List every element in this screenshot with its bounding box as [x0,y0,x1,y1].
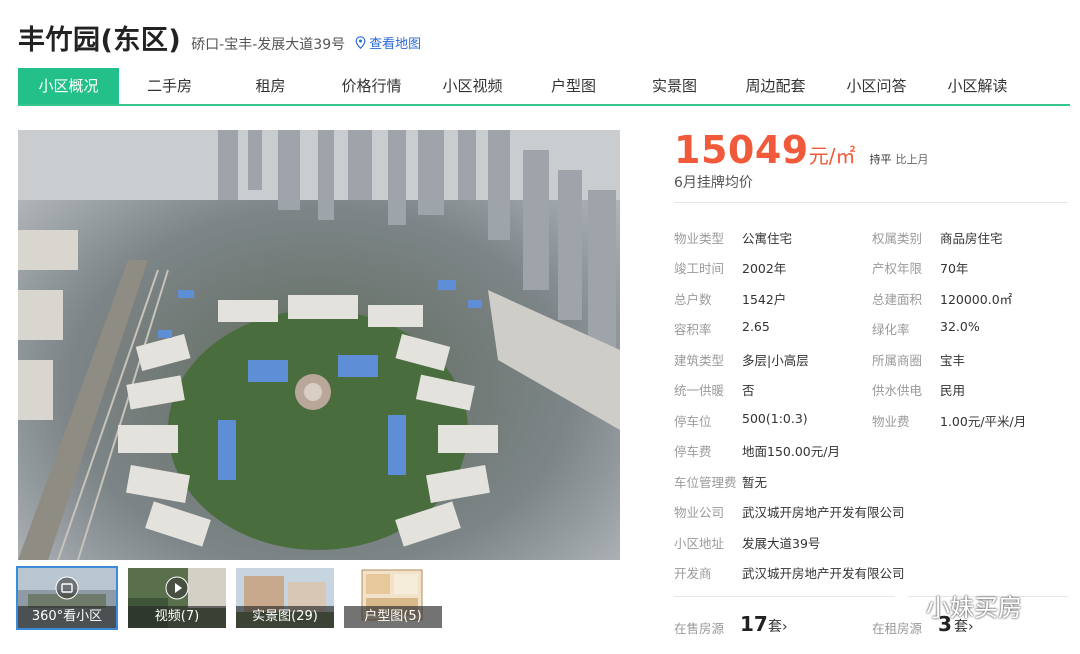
thumb-real-photos-label: 实景图(29) [236,606,334,628]
info-value: 发展大道39号 [742,536,821,551]
price-trend-value: 持平 [869,153,892,166]
info-key: 所属商圈 [872,353,923,368]
info-value: 32.0% [940,319,980,334]
info-value: 多层|小高层 [742,353,809,368]
nav-tabs: 小区概况 二手房 租房 价格行情 小区视频 户型图 实景图 周边配套 小区问答 … [18,68,1070,106]
info-value: 1542户 [742,292,787,307]
main-aerial-photo[interactable] [18,130,620,560]
info-key: 总建面积 [872,292,923,307]
info-key: 容积率 [674,322,712,337]
thumb-video[interactable]: 视频(7) [128,568,226,628]
title-row: 丰竹园(东区) 硚口-宝丰-发展大道39号 查看地图 [18,18,421,56]
tab-nearby[interactable]: 周边配套 [725,68,826,104]
tab-qa[interactable]: 小区问答 [826,68,927,104]
thumbnail-strip: 360°看小区 视频(7) 实景图(29) 户型图(5) [16,566,448,630]
tab-price-trend[interactable]: 价格行情 [321,68,422,104]
tab-floor-plan[interactable]: 户型图 [523,68,624,104]
tab-overview[interactable]: 小区概况 [18,68,119,104]
info-key: 建筑类型 [674,353,725,368]
info-key: 小区地址 [674,536,725,551]
info-value: 地面150.00元/月 [742,444,840,459]
info-key: 物业类型 [674,231,725,246]
info-value: 2002年 [742,261,787,276]
info-key: 物业公司 [674,505,725,520]
info-value: 否 [742,383,755,398]
price-unit: 元/㎡ [808,144,856,168]
info-key: 供水供电 [872,383,923,398]
thumb-real-photos[interactable]: 实景图(29) [236,568,334,628]
info-key: 统一供暖 [674,383,725,398]
info-key: 停车位 [674,414,712,429]
tab-second-hand[interactable]: 二手房 [119,68,220,104]
info-key: 竣工时间 [674,261,725,276]
info-value: 2.65 [742,319,770,334]
tab-video[interactable]: 小区视频 [422,68,523,104]
info-value: 武汉城开房地产开发有限公司 [742,505,905,520]
for-sale-link[interactable]: 套› [768,616,788,636]
view-map-label: 查看地图 [369,37,422,52]
price-trend: 持平 比上月 [869,153,928,166]
price-subtitle: 6月挂牌均价 [674,175,753,191]
info-key: 总户数 [674,292,712,307]
tab-rent[interactable]: 租房 [220,68,321,104]
info-value: 120000.0㎡ [940,292,1013,307]
thumb-panorama-label: 360°看小区 [18,606,116,628]
divider-top [674,202,1068,203]
wechat-icon [889,595,921,619]
panorama-icon [55,576,79,600]
average-price: 15049 [674,128,809,172]
info-value: 民用 [940,383,966,398]
thumb-floor-plan-label: 户型图(5) [344,606,442,628]
info-value: 暂无 [742,475,768,490]
info-value: 1.00元/平米/月 [940,414,1027,429]
price-block: 15049元/㎡ 持平 比上月 [674,128,928,172]
info-value: 500(1:0.3) [742,411,808,426]
info-value: 宝丰 [940,353,966,368]
play-icon [165,576,189,600]
location-pin-icon [355,36,366,49]
thumb-floor-plan[interactable]: 户型图(5) [344,568,442,628]
info-key: 开发商 [674,566,712,581]
community-address: 硚口-宝丰-发展大道39号 [191,37,346,53]
for-sale-count[interactable]: 17 [740,612,768,636]
watermark: 小妹买房 [888,588,1022,623]
watermark-text: 小妹买房 [926,594,1022,622]
price-trend-label: 比上月 [895,153,929,166]
for-sale-label: 在售房源 [674,621,725,636]
info-value: 商品房住宅 [940,231,1003,246]
info-value: 武汉城开房地产开发有限公司 [742,566,905,581]
community-title: 丰竹园(东区) [18,25,182,56]
info-key: 绿化率 [872,322,910,337]
info-key: 权属类别 [872,231,923,246]
info-value: 70年 [940,261,969,276]
thumb-panorama[interactable]: 360°看小区 [16,566,118,630]
tab-real-photos[interactable]: 实景图 [624,68,725,104]
info-key: 停车费 [674,444,712,459]
info-key: 物业费 [872,414,910,429]
thumb-video-label: 视频(7) [128,606,226,628]
info-key: 车位管理费 [674,475,737,490]
tab-analysis[interactable]: 小区解读 [927,68,1028,104]
info-key: 产权年限 [872,261,923,276]
view-map-link[interactable]: 查看地图 [355,33,421,52]
info-value: 公寓住宅 [742,231,793,246]
